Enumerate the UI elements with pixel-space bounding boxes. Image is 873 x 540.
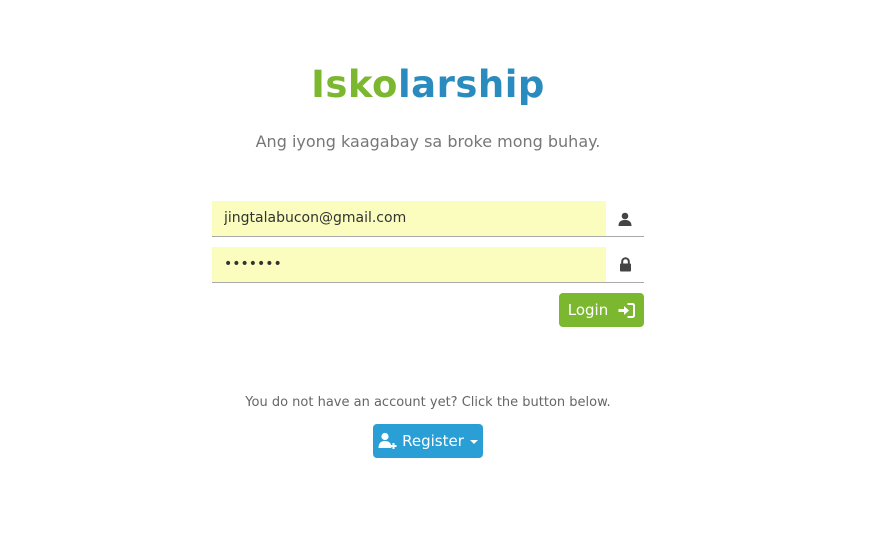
user-icon [606, 201, 644, 236]
brand-logo: Iskolarship [0, 62, 856, 108]
password-input[interactable] [212, 247, 606, 282]
brand-part-isko: Isko [311, 63, 398, 106]
login-button[interactable]: Login [559, 293, 644, 327]
lock-icon [606, 247, 644, 282]
register-button-label: Register [402, 432, 464, 450]
brand-part-larship: larship [397, 63, 545, 106]
add-user-icon [378, 432, 398, 450]
password-field-group [212, 247, 644, 283]
register-prompt: You do not have an account yet? Click th… [245, 395, 611, 410]
tagline: Ang iyong kaagabay sa broke mong buhay. [255, 132, 601, 151]
login-button-label: Login [567, 301, 609, 319]
email-input[interactable] [212, 201, 606, 236]
caret-down-icon [469, 440, 478, 444]
sign-in-icon [618, 302, 636, 318]
email-field-group [212, 201, 644, 237]
login-page: Iskolarship Ang iyong kaagabay sa broke … [0, 0, 873, 540]
register-button[interactable]: Register [373, 424, 483, 458]
